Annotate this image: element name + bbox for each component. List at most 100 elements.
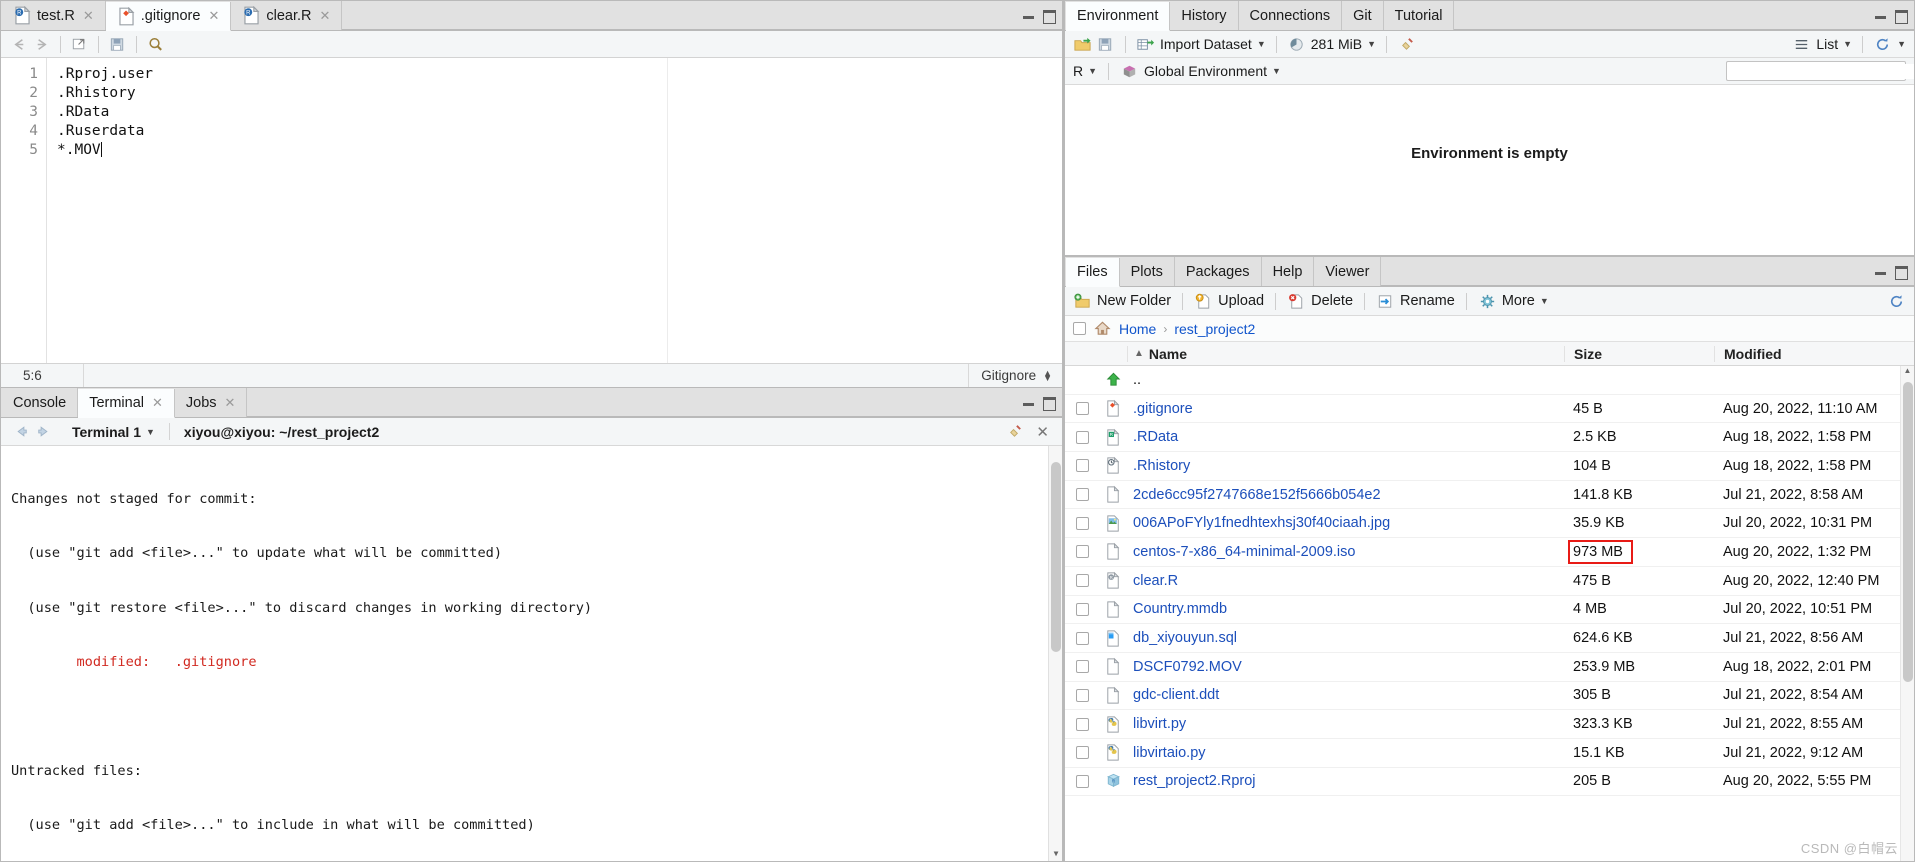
minimize-icon[interactable] <box>1874 10 1887 21</box>
close-terminal-icon[interactable]: ✕ <box>1036 423 1049 441</box>
row-name[interactable]: .. <box>1127 372 1564 388</box>
row-name[interactable]: .RData <box>1127 429 1564 445</box>
memory-usage-button[interactable]: 281 MiB ▼ <box>1287 35 1376 54</box>
rename-button[interactable]: Rename <box>1376 292 1455 311</box>
minimize-icon[interactable] <box>1022 10 1035 21</box>
row-checkbox[interactable] <box>1075 688 1089 702</box>
row-name[interactable]: gdc-client.ddt <box>1127 687 1564 703</box>
close-icon[interactable]: ✕ <box>225 395 236 411</box>
upload-button[interactable]: Upload <box>1194 292 1264 311</box>
row-name[interactable]: clear.R <box>1127 573 1564 589</box>
tab-jobs[interactable]: Jobs ✕ <box>174 388 248 417</box>
close-icon[interactable]: ✕ <box>319 8 330 24</box>
minimize-icon[interactable] <box>1874 266 1887 277</box>
close-icon[interactable]: ✕ <box>208 8 219 24</box>
row-name[interactable]: .Rhistory <box>1127 458 1564 474</box>
scrollbar-thumb[interactable] <box>1903 382 1913 682</box>
stepper-icon[interactable]: ▲ ▼ <box>1043 368 1052 382</box>
minimize-icon[interactable] <box>1022 397 1035 408</box>
maximize-icon[interactable] <box>1894 10 1908 24</box>
home-icon[interactable] <box>1093 319 1112 338</box>
delete-button[interactable]: Delete <box>1287 292 1353 311</box>
broom-icon[interactable] <box>1005 422 1024 441</box>
find-replace-icon[interactable] <box>146 35 165 54</box>
source-code-area[interactable]: 1 2 3 4 5 .Rproj.user .Rhistory .RData .… <box>1 58 1062 363</box>
save-icon[interactable] <box>108 35 127 54</box>
list-view-selector[interactable]: List ▼ <box>1792 35 1852 54</box>
row-name[interactable]: centos-7-x86_64-minimal-2009.iso <box>1127 544 1564 560</box>
row-checkbox[interactable] <box>1075 746 1089 760</box>
global-environment-selector[interactable]: Global Environment ▼ <box>1120 62 1281 81</box>
environment-refresh-button[interactable]: ▼ <box>1873 35 1906 54</box>
row-name[interactable]: DSCF0792.MOV <box>1127 659 1564 675</box>
file-type-selector[interactable]: Gitignore ▲ ▼ <box>968 364 1062 387</box>
table-row[interactable]: centos-7-x86_64-minimal-2009.iso 973 MB … <box>1065 538 1914 567</box>
environment-search-box[interactable] <box>1726 61 1914 81</box>
row-checkbox[interactable] <box>1075 516 1089 530</box>
terminal-selector[interactable]: Terminal 1 ▼ <box>54 424 167 440</box>
tab-console[interactable]: Console <box>2 388 79 417</box>
row-name[interactable]: Country.mmdb <box>1127 601 1564 617</box>
row-checkbox[interactable] <box>1075 660 1089 674</box>
tab-git[interactable]: Git <box>1342 1 1384 30</box>
import-dataset-button[interactable]: Import Dataset ▼ <box>1136 35 1266 54</box>
row-checkbox[interactable] <box>1075 488 1089 502</box>
table-row[interactable]: libvirtaio.py 15.1 KB Jul 21, 2022, 9:12… <box>1065 739 1914 768</box>
tab-history[interactable]: History <box>1170 1 1239 30</box>
breadcrumb-current[interactable]: rest_project2 <box>1174 321 1255 337</box>
source-tab-clear-r[interactable]: R clear.R ✕ <box>231 1 343 30</box>
row-name[interactable]: .gitignore <box>1127 401 1564 417</box>
tab-terminal[interactable]: Terminal ✕ <box>78 389 175 418</box>
row-name[interactable]: 006APoFYly1fnedhtexhsj30f40ciaah.jpg <box>1127 515 1564 531</box>
tab-help[interactable]: Help <box>1261 257 1315 286</box>
close-icon[interactable]: ✕ <box>83 8 94 24</box>
terminal-forward-button[interactable] <box>32 423 54 441</box>
header-size[interactable]: Size <box>1564 345 1714 362</box>
tab-viewer[interactable]: Viewer <box>1314 257 1382 286</box>
scrollbar-thumb[interactable] <box>1051 462 1061 652</box>
language-selector[interactable]: R ▼ <box>1073 63 1097 79</box>
files-refresh-button[interactable] <box>1887 292 1906 311</box>
source-tab-test-r[interactable]: R test.R ✕ <box>2 1 106 30</box>
table-row[interactable]: .. <box>1065 366 1914 395</box>
save-icon[interactable] <box>1096 35 1115 54</box>
table-row[interactable]: gdc-client.ddt 305 B Jul 21, 2022, 8:54 … <box>1065 682 1914 711</box>
row-name[interactable]: rest_project2.Rproj <box>1127 773 1564 789</box>
breadcrumb-home[interactable]: Home <box>1119 321 1156 337</box>
close-icon[interactable]: ✕ <box>152 395 163 411</box>
tab-plots[interactable]: Plots <box>1119 257 1175 286</box>
row-checkbox[interactable] <box>1075 430 1089 444</box>
row-checkbox[interactable] <box>1075 574 1089 588</box>
terminal-output[interactable]: Changes not staged for commit: (use "git… <box>1 446 1062 861</box>
header-modified[interactable]: Modified <box>1714 345 1914 362</box>
row-checkbox[interactable] <box>1075 774 1089 788</box>
table-row[interactable]: .gitignore 45 B Aug 20, 2022, 11:10 AM <box>1065 395 1914 424</box>
tab-packages[interactable]: Packages <box>1174 257 1262 286</box>
more-menu-button[interactable]: More ▼ <box>1478 292 1549 311</box>
tab-files[interactable]: Files <box>1066 258 1120 287</box>
maximize-icon[interactable] <box>1894 266 1908 280</box>
table-row[interactable]: 2cde6cc95f2747668e152f5666b054e2 141.8 K… <box>1065 481 1914 510</box>
table-row[interactable]: .Rhistory 104 B Aug 18, 2022, 1:58 PM <box>1065 452 1914 481</box>
tab-connections[interactable]: Connections <box>1238 1 1343 30</box>
show-in-new-window-icon[interactable] <box>70 35 89 54</box>
select-all-checkbox[interactable] <box>1073 322 1086 335</box>
maximize-icon[interactable] <box>1042 10 1056 24</box>
terminal-scrollbar[interactable]: ▲ ▼ <box>1048 446 1062 861</box>
row-checkbox[interactable] <box>1075 631 1089 645</box>
scroll-up-icon[interactable]: ▲ <box>1901 366 1914 375</box>
row-name[interactable]: libvirtaio.py <box>1127 745 1564 761</box>
table-row[interactable]: DSCF0792.MOV 253.9 MB Aug 18, 2022, 2:01… <box>1065 653 1914 682</box>
files-scrollbar[interactable]: ▲ <box>1900 366 1914 861</box>
table-row[interactable]: R clear.R 475 B Aug 20, 2022, 12:40 PM <box>1065 567 1914 596</box>
code-text[interactable]: .Rproj.user .Rhistory .RData .Ruserdata … <box>47 58 828 363</box>
tab-environment[interactable]: Environment <box>1066 2 1171 31</box>
row-checkbox[interactable] <box>1075 602 1089 616</box>
header-name[interactable]: ▲ Name <box>1127 345 1564 362</box>
row-name[interactable]: 2cde6cc95f2747668e152f5666b054e2 <box>1127 487 1564 503</box>
table-row[interactable]: R .RData 2.5 KB Aug 18, 2022, 1:58 PM <box>1065 423 1914 453</box>
row-name[interactable]: db_xiyouyun.sql <box>1127 630 1564 646</box>
tab-tutorial[interactable]: Tutorial <box>1383 1 1455 30</box>
environment-search-input[interactable] <box>1739 63 1914 79</box>
row-checkbox[interactable] <box>1075 402 1089 416</box>
